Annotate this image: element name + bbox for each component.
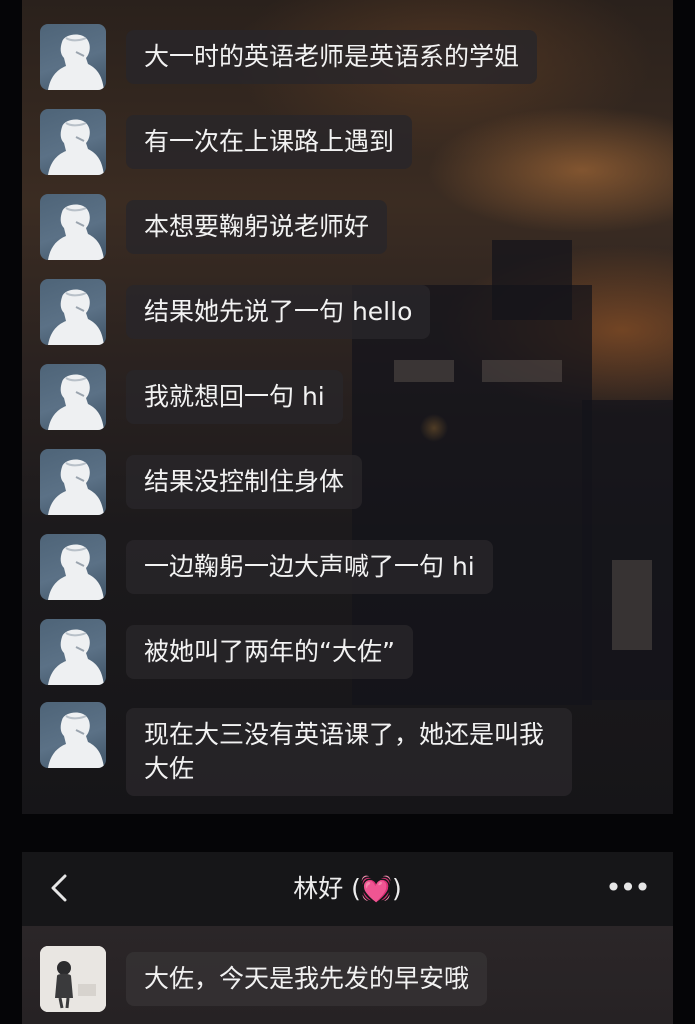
- title-paren-open: (: [343, 874, 361, 903]
- chat-title: 林好 (💓): [22, 872, 673, 906]
- message-bubble[interactable]: 我就想回一句 hi: [126, 370, 343, 424]
- message-bubble[interactable]: 被她叫了两年的“大佐”: [126, 625, 413, 679]
- avatar[interactable]: [40, 194, 106, 260]
- avatar[interactable]: [40, 449, 106, 515]
- title-paren-close: ): [392, 874, 402, 903]
- bust-statue-icon: [48, 712, 104, 768]
- avatar[interactable]: [40, 534, 106, 600]
- chat-screenshot-bottom: 林好 (💓) ••• 大佐，今天是我先发的早安哦: [22, 852, 673, 1024]
- more-icon: •••: [605, 871, 651, 904]
- avatar[interactable]: [40, 279, 106, 345]
- avatar[interactable]: [40, 364, 106, 430]
- message-bubble[interactable]: 大佐，今天是我先发的早安哦: [126, 952, 488, 1006]
- message-bubble[interactable]: 结果没控制住身体: [126, 455, 363, 509]
- avatar[interactable]: [40, 702, 106, 768]
- background-building: [492, 240, 572, 320]
- message-bubble[interactable]: 大一时的英语老师是英语系的学姐: [126, 30, 538, 84]
- bust-statue-icon: [48, 34, 104, 90]
- bust-statue-icon: [48, 119, 104, 175]
- chat-header: 林好 (💓) •••: [22, 852, 673, 926]
- message-bubble[interactable]: 一边鞠躬一边大声喊了一句 hi: [126, 540, 493, 594]
- background-window: [394, 360, 454, 382]
- message-bubble[interactable]: 现在大三没有英语课了，她还是叫我大佐: [126, 708, 572, 796]
- avatar[interactable]: [40, 619, 106, 685]
- bust-statue-icon: [48, 459, 104, 515]
- chat-screenshot-top: 大一时的英语老师是英语系的学姐 有一次在上课路上遇到 本想要鞠躬说老师好 结果她…: [22, 0, 673, 814]
- bust-statue-icon: [48, 289, 104, 345]
- background-window: [482, 360, 562, 382]
- bust-statue-icon: [48, 204, 104, 260]
- avatar[interactable]: [40, 946, 106, 1012]
- more-options-button[interactable]: •••: [605, 870, 651, 906]
- bust-statue-icon: [48, 544, 104, 600]
- chat-area: 大佐，今天是我先发的早安哦: [22, 926, 673, 1024]
- message-bubble[interactable]: 有一次在上课路上遇到: [126, 115, 413, 169]
- background-building: [582, 400, 673, 700]
- person-photo-icon: [40, 946, 106, 1012]
- bust-statue-icon: [48, 629, 104, 685]
- contact-name: 林好: [293, 874, 344, 903]
- message-bubble[interactable]: 本想要鞠躬说老师好: [126, 200, 388, 254]
- message-bubble[interactable]: 结果她先说了一句 hello: [126, 285, 431, 339]
- avatar[interactable]: [40, 24, 106, 90]
- bust-statue-icon: [48, 374, 104, 430]
- avatar[interactable]: [40, 109, 106, 175]
- background-window: [612, 560, 652, 650]
- heart-icon: 💓: [360, 874, 393, 903]
